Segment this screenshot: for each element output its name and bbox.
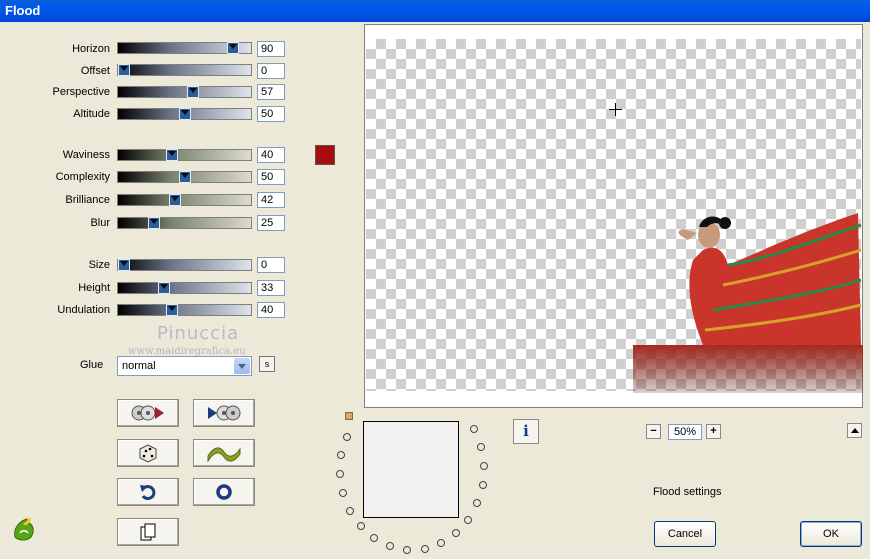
navigator-knob[interactable] — [452, 529, 461, 538]
glue-s-button[interactable]: s — [259, 356, 275, 372]
navigator-knob[interactable] — [386, 542, 395, 551]
navigator-knob[interactable] — [337, 451, 346, 460]
size-value[interactable]: 0 — [257, 257, 285, 273]
perspective-label: Perspective — [52, 86, 110, 98]
undo-icon — [140, 485, 156, 501]
undulation-value[interactable]: 40 — [257, 302, 285, 318]
complexity-value[interactable]: 50 — [257, 169, 285, 185]
height-value[interactable]: 33 — [257, 280, 285, 296]
waviness-value[interactable]: 40 — [257, 147, 285, 163]
brilliance-slider[interactable] — [117, 194, 252, 206]
altitude-label: Altitude — [73, 108, 110, 120]
waviness-label: Waviness — [62, 149, 110, 161]
glue-select[interactable]: normal — [117, 356, 252, 376]
perspective-value[interactable]: 57 — [257, 84, 285, 100]
copy-icon — [140, 523, 156, 541]
undulation-slider-thumb[interactable] — [166, 304, 178, 316]
reset-button[interactable] — [193, 478, 255, 506]
settings-label: Flood settings — [653, 486, 722, 498]
altitude-value[interactable]: 50 — [257, 106, 285, 122]
offset-slider-thumb[interactable] — [118, 64, 130, 76]
rotation-handle[interactable] — [345, 412, 353, 420]
undulation-label: Undulation — [57, 304, 110, 316]
load-preset-icon — [131, 405, 164, 421]
perspective-slider[interactable] — [117, 86, 252, 98]
navigator-knob[interactable] — [336, 470, 345, 479]
height-slider-thumb[interactable] — [158, 282, 170, 294]
navigator-knob[interactable] — [420, 544, 429, 553]
height-label: Height — [78, 282, 110, 294]
horizon-slider[interactable] — [117, 42, 252, 54]
blur-slider-thumb[interactable] — [148, 217, 160, 229]
navigator-knob[interactable] — [346, 506, 355, 515]
navigator-knob[interactable] — [469, 425, 478, 434]
flood-color-swatch[interactable] — [315, 145, 335, 165]
horizon-value[interactable]: 90 — [257, 41, 285, 57]
window-title: Flood — [5, 3, 41, 18]
zoom-out-button[interactable]: − — [646, 424, 661, 439]
complexity-label: Complexity — [55, 171, 110, 183]
woman-flood-image — [633, 213, 863, 393]
save-preset-icon — [208, 405, 241, 421]
glue-label: Glue — [80, 359, 104, 371]
altitude-slider-thumb[interactable] — [179, 108, 191, 120]
brilliance-value[interactable]: 42 — [257, 192, 285, 208]
watermark-name: Pinuccia — [157, 323, 240, 344]
cancel-button[interactable]: Cancel — [654, 521, 716, 547]
dice-icon — [139, 444, 157, 463]
copy-button[interactable] — [117, 518, 179, 546]
navigator-thumbnail[interactable] — [363, 421, 459, 518]
offset-slider[interactable] — [117, 64, 252, 76]
navigator-knob[interactable] — [473, 499, 482, 508]
blur-slider[interactable] — [117, 217, 252, 229]
offset-value[interactable]: 0 — [257, 63, 285, 79]
perspective-slider-thumb[interactable] — [187, 86, 199, 98]
waviness-slider-thumb[interactable] — [166, 149, 178, 161]
zoom-level: 50% — [668, 424, 702, 440]
title-bar: Flood — [0, 0, 870, 22]
height-slider[interactable] — [117, 282, 252, 294]
size-slider[interactable] — [117, 259, 252, 271]
plugin-logo-icon — [14, 517, 34, 541]
save-preset-button[interactable] — [193, 399, 255, 427]
waviness-slider[interactable] — [117, 149, 252, 161]
blur-label: Blur — [90, 217, 110, 229]
preview-canvas[interactable] — [364, 24, 863, 408]
navigator-knob[interactable] — [370, 534, 379, 543]
brilliance-slider-thumb[interactable] — [169, 194, 181, 206]
navigator-knob[interactable] — [478, 480, 487, 489]
altitude-slider[interactable] — [117, 108, 252, 120]
navigator-knob[interactable] — [356, 522, 365, 531]
navigator-knob[interactable] — [342, 432, 351, 441]
horizon-label: Horizon — [72, 43, 110, 55]
complexity-slider-thumb[interactable] — [179, 171, 191, 183]
navigator-knob[interactable] — [464, 515, 473, 524]
size-slider-thumb[interactable] — [118, 259, 130, 271]
reset-icon — [216, 484, 232, 500]
info-button[interactable]: i — [513, 419, 539, 444]
wave-icon — [207, 447, 241, 462]
undulation-slider[interactable] — [117, 304, 252, 316]
ok-button[interactable]: OK — [800, 521, 862, 547]
complexity-slider[interactable] — [117, 171, 252, 183]
horizon-slider-thumb[interactable] — [227, 42, 239, 54]
expand-up-button[interactable] — [847, 423, 862, 438]
glue-select-value: normal — [122, 360, 156, 372]
chevron-down-icon[interactable] — [234, 358, 250, 374]
navigator-knob[interactable] — [476, 442, 485, 451]
load-preset-button[interactable] — [117, 399, 179, 427]
brilliance-label: Brilliance — [65, 194, 110, 206]
wave-button[interactable] — [193, 439, 255, 467]
zoom-in-button[interactable]: + — [706, 424, 721, 439]
navigator-knob[interactable] — [339, 489, 348, 498]
blur-value[interactable]: 25 — [257, 215, 285, 231]
navigator-knob[interactable] — [437, 539, 446, 548]
navigator-knob[interactable] — [479, 461, 488, 470]
navigator-knob[interactable] — [403, 545, 412, 554]
offset-label: Offset — [80, 65, 110, 77]
size-label: Size — [88, 259, 110, 271]
undo-button[interactable] — [117, 478, 179, 506]
crosshair-icon — [609, 103, 622, 116]
randomize-button[interactable] — [117, 439, 179, 467]
